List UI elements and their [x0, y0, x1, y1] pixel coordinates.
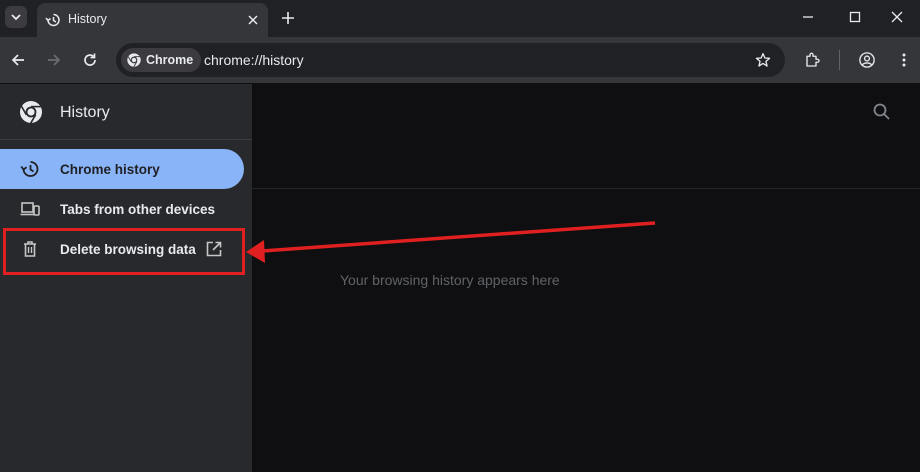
devices-icon	[20, 202, 40, 216]
new-tab-button[interactable]	[276, 6, 300, 30]
close-window-button[interactable]	[874, 0, 920, 34]
main-divider	[252, 188, 920, 189]
tab-strip: History	[0, 0, 920, 37]
url-text[interactable]: chrome://history	[204, 52, 304, 68]
menu-button[interactable]	[891, 47, 917, 73]
browser-window: History Chrome chrome://history History …	[0, 0, 920, 472]
history-icon	[45, 13, 60, 27]
sidebar-item-label: Chrome history	[60, 161, 160, 177]
tab-history[interactable]: History	[37, 3, 268, 37]
minimize-button[interactable]	[785, 0, 831, 34]
toolbar-separator	[839, 50, 840, 70]
tab-search-button[interactable]	[5, 6, 27, 28]
search-icon[interactable]	[872, 102, 892, 122]
sidebar-item-label: Tabs from other devices	[60, 201, 216, 217]
more-vertical-icon	[902, 53, 906, 67]
star-icon	[755, 53, 771, 67]
reload-icon	[84, 53, 96, 66]
history-icon	[20, 161, 39, 177]
puzzle-icon	[806, 52, 820, 67]
arrow-right-icon	[48, 54, 61, 66]
chrome-logo-icon	[127, 53, 141, 67]
extensions-button[interactable]	[800, 47, 826, 73]
forward-button[interactable]	[41, 47, 67, 73]
arrow-left-icon	[11, 54, 24, 66]
site-chip-label: Chrome	[146, 53, 194, 67]
plus-icon	[282, 12, 294, 24]
reload-button[interactable]	[77, 47, 103, 73]
empty-history-message: Your browsing history appears here	[340, 272, 560, 288]
maximize-button[interactable]	[832, 0, 878, 34]
tab-title: History	[68, 12, 107, 26]
site-chip[interactable]: Chrome	[121, 48, 202, 72]
close-icon	[248, 15, 258, 25]
history-main: Your browsing history appears here	[252, 84, 920, 472]
bookmark-button[interactable]	[753, 50, 773, 70]
toolbar: Chrome chrome://history	[0, 37, 920, 83]
chrome-logo-icon	[20, 101, 42, 124]
maximize-icon	[849, 11, 861, 23]
sidebar-item-chrome-history[interactable]: Chrome history	[0, 149, 244, 189]
annotation-highlight-box	[3, 228, 245, 275]
back-button[interactable]	[5, 47, 31, 73]
profile-button[interactable]	[854, 47, 880, 73]
profile-icon	[859, 52, 875, 68]
sidebar-title: History	[60, 104, 110, 121]
close-icon	[891, 11, 903, 23]
address-bar[interactable]: Chrome chrome://history	[116, 43, 785, 77]
chevron-down-icon	[11, 14, 21, 21]
tab-close-button[interactable]	[243, 10, 263, 30]
minimize-icon	[803, 16, 813, 18]
sidebar-item-tabs-other-devices[interactable]: Tabs from other devices	[0, 189, 244, 229]
history-sidebar: History Chrome history Tabs from other d…	[0, 84, 252, 472]
sidebar-header: History	[0, 84, 252, 140]
